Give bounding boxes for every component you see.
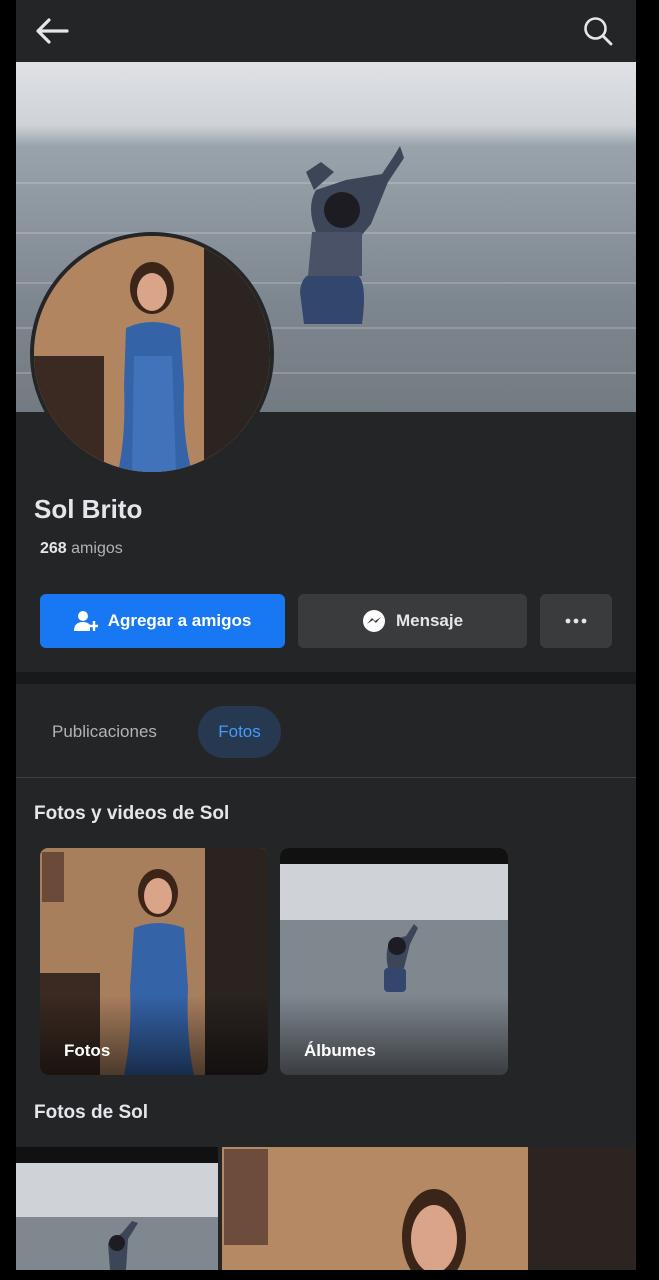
add-friend-label: Agregar a amigos [107, 611, 252, 630]
photos-section-title: Fotos y videos de Sol [34, 803, 230, 824]
add-friend-icon [73, 611, 98, 631]
gallery-photo-2-image [222, 1147, 636, 1270]
card-fotos[interactable]: Fotos [40, 848, 268, 1075]
gallery-photo-1[interactable] [16, 1147, 218, 1270]
card-albumes-label: Álbumes [304, 1041, 376, 1060]
messenger-icon [362, 610, 385, 632]
section-divider [16, 672, 636, 684]
card-albumes[interactable]: Álbumes [280, 848, 508, 1075]
message-button[interactable]: Mensaje [298, 594, 527, 648]
more-options-button[interactable] [540, 594, 612, 648]
gallery-photo-1-image [16, 1147, 218, 1270]
gallery-photo-2[interactable] [222, 1147, 636, 1270]
arrow-left-icon [36, 18, 69, 44]
profile-tabs: Publicaciones Fotos [16, 700, 636, 766]
friends-label: amigos [71, 540, 123, 557]
friends-count[interactable]: 268 amigos [40, 540, 123, 558]
avatar-photo [34, 236, 270, 472]
card-fotos-label: Fotos [64, 1041, 111, 1060]
friends-number: 268 [40, 540, 67, 557]
profile-avatar[interactable] [30, 232, 274, 476]
search-icon [584, 17, 613, 46]
profile-name: Sol Brito [34, 494, 143, 524]
tabs-divider [16, 777, 636, 778]
tab-publicaciones[interactable]: Publicaciones [34, 706, 175, 758]
tab-fotos[interactable]: Fotos [198, 706, 281, 758]
more-horizontal-icon [565, 618, 587, 624]
message-label: Mensaje [395, 611, 464, 630]
profile-screen: Sol Brito 268 amigos Agregar a amigos Me… [16, 0, 636, 1270]
back-button[interactable] [30, 10, 74, 52]
search-button[interactable] [576, 10, 620, 52]
add-friend-button[interactable]: Agregar a amigos [40, 594, 285, 648]
gallery-title: Fotos de Sol [34, 1102, 148, 1123]
top-bar [16, 0, 636, 62]
